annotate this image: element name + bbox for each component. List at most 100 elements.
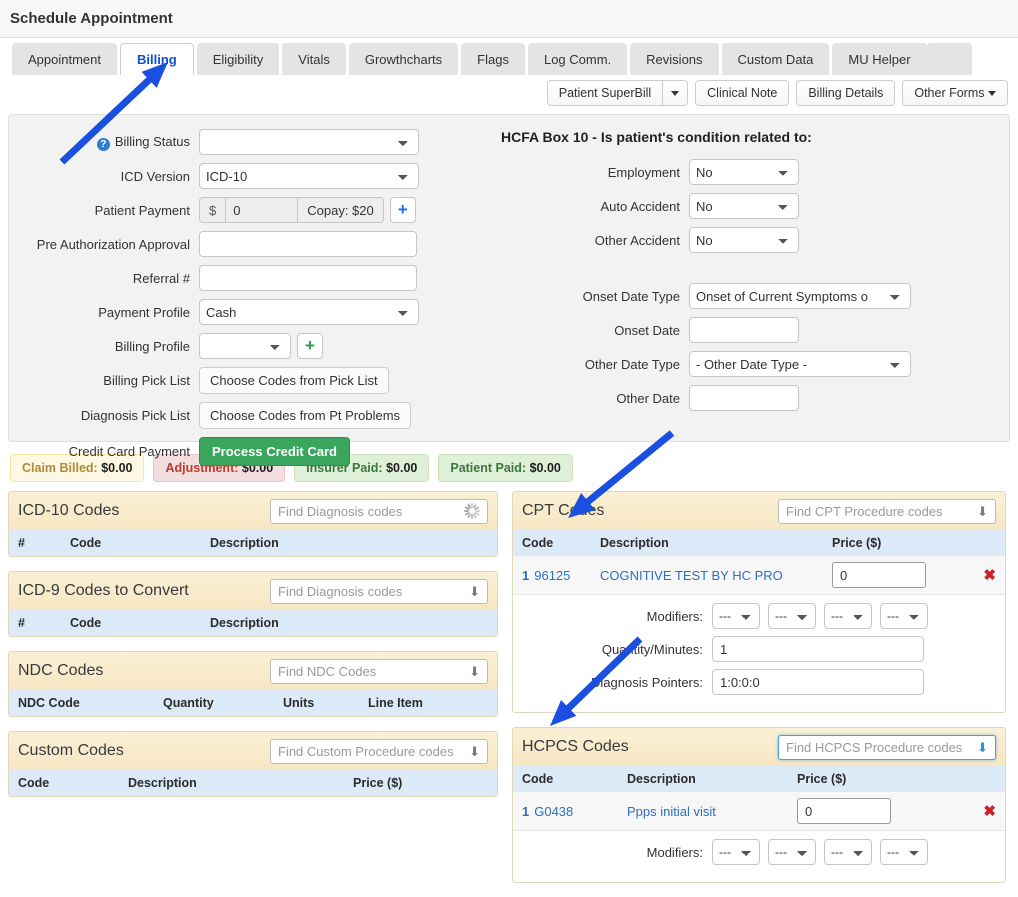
- patient-superbill-button[interactable]: Patient SuperBill: [546, 80, 663, 106]
- hcpcs-row-num: 1: [522, 803, 530, 819]
- hcpcs-th-code: Code: [522, 772, 554, 786]
- employment-select[interactable]: No: [689, 159, 799, 185]
- icd9-search-box[interactable]: Find Diagnosis codes ⬇: [270, 578, 488, 604]
- add-payment-button[interactable]: +: [389, 197, 416, 223]
- tab-appointment[interactable]: Appointment: [12, 43, 117, 76]
- tab-mu-helper[interactable]: MU Helper: [832, 43, 927, 76]
- pre-auth-input[interactable]: [199, 231, 417, 257]
- cpt-row-detail: Modifiers: --- --- --- --- Quantity/Minutes…: [513, 595, 1005, 712]
- custom-codes-table-header: Code Description Price ($): [9, 770, 497, 796]
- auto-accident-select[interactable]: No: [689, 193, 799, 219]
- hcpcs-search-box[interactable]: Find HCPCS Procedure codes ⬇: [778, 734, 996, 760]
- cpt-modifier-4-select[interactable]: ---: [880, 603, 928, 629]
- custom-codes-search-placeholder: Find Custom Procedure codes: [278, 743, 454, 759]
- cpt-modifier-3-select[interactable]: ---: [824, 603, 872, 629]
- onset-date-label: Onset Date: [614, 322, 680, 338]
- billing-page: Schedule Appointment Appointment Billing E…: [0, 0, 1018, 883]
- hcpcs-modifier-3-select[interactable]: ---: [824, 839, 872, 865]
- hcpcs-row-code-link[interactable]: G0438: [534, 804, 573, 819]
- patient-superbill-dropdown-button[interactable]: [662, 80, 689, 106]
- diagnosis-pick-list-label: Diagnosis Pick List: [80, 408, 190, 423]
- cpt-quantity-input[interactable]: [712, 636, 924, 662]
- hcpcs-remove-icon[interactable]: ✖: [983, 802, 996, 820]
- choose-codes-pt-problems-button[interactable]: Choose Codes from Pt Problems: [199, 402, 412, 429]
- icd10-search-box[interactable]: Find Diagnosis codes: [270, 498, 488, 524]
- cpt-row-num: 1: [522, 567, 530, 583]
- ndc-th-lineitem: Line Item: [368, 696, 423, 710]
- icd9-search-placeholder: Find Diagnosis codes: [278, 583, 403, 599]
- billing-status-select[interactable]: [199, 129, 419, 155]
- hcpcs-row-detail: Modifiers: --- --- --- ---: [513, 831, 1005, 882]
- patient-superbill-group: Patient SuperBill: [546, 80, 689, 106]
- dropdown-arrow-icon[interactable]: ⬇: [469, 745, 480, 758]
- tab-bar: Appointment Billing Eligibility Vitals Growt…: [0, 38, 1018, 76]
- pre-auth-label: Pre Authorization Approval: [36, 236, 190, 252]
- other-accident-select[interactable]: No: [689, 227, 799, 253]
- billing-profile-select[interactable]: [199, 333, 291, 359]
- billing-status-label: ? Billing Status: [9, 134, 199, 151]
- other-forms-button[interactable]: Other Forms: [902, 80, 1008, 106]
- cpt-row-price-cell: [832, 562, 983, 588]
- code-sections: ICD-10 Codes Find Diagnosis codes # Code…: [0, 491, 1018, 897]
- hcpcs-row-description-link[interactable]: Ppps initial visit: [627, 804, 716, 819]
- hcpcs-price-input[interactable]: [797, 798, 891, 824]
- onset-date-type-select[interactable]: Onset of Current Symptoms o: [689, 283, 911, 309]
- cpt-row-code-link[interactable]: 96125: [534, 568, 570, 583]
- other-forms-label: Other Forms: [914, 86, 985, 100]
- tab-billing[interactable]: Billing: [120, 43, 194, 76]
- hcpcs-row-code-cell: 1 G0438: [522, 804, 627, 819]
- page-title: Schedule Appointment: [10, 10, 173, 27]
- billing-details-button[interactable]: Billing Details: [796, 80, 896, 106]
- tab-revisions[interactable]: Revisions: [630, 43, 719, 76]
- hcpcs-modifier-4-select[interactable]: ---: [880, 839, 928, 865]
- choose-codes-pick-list-button[interactable]: Choose Codes from Pick List: [199, 367, 389, 394]
- ndc-header: NDC Codes Find NDC Codes ⬇: [9, 652, 497, 690]
- tab-bar-filler: [926, 43, 972, 76]
- hcpcs-modifier-1-select[interactable]: ---: [712, 839, 760, 865]
- tab-custom-data[interactable]: Custom Data: [721, 43, 830, 76]
- other-date-type-row: Other Date Type - Other Date Type -: [489, 351, 1009, 377]
- cpt-row-description-link[interactable]: COGNITIVE TEST BY HC PRO: [600, 568, 783, 583]
- patient-payment-input[interactable]: 0: [225, 197, 298, 223]
- ndc-search-placeholder: Find NDC Codes: [278, 663, 377, 679]
- dropdown-arrow-icon[interactable]: ⬇: [469, 665, 480, 678]
- custom-codes-search-box[interactable]: Find Custom Procedure codes ⬇: [270, 738, 488, 764]
- tab-growthcharts[interactable]: Growthcharts: [348, 43, 459, 76]
- custom-th-code: Code: [18, 776, 50, 790]
- ndc-search-box[interactable]: Find NDC Codes ⬇: [270, 658, 488, 684]
- other-date-input[interactable]: [689, 385, 799, 411]
- cpt-search-box[interactable]: Find CPT Procedure codes ⬇: [778, 498, 996, 524]
- tab-log-comm[interactable]: Log Comm.: [527, 43, 628, 76]
- hcpcs-modifier-2-select[interactable]: ---: [768, 839, 816, 865]
- cpt-th-code: Code: [522, 536, 554, 550]
- cpt-price-input[interactable]: [832, 562, 926, 588]
- window-titlebar: Schedule Appointment: [0, 0, 1018, 38]
- hcpcs-row-desc-cell: Ppps initial visit: [627, 804, 797, 819]
- icd-version-select[interactable]: ICD-10: [199, 163, 419, 189]
- tab-eligibility[interactable]: Eligibility: [196, 43, 280, 76]
- cpt-diagnosis-pointers-input[interactable]: [712, 669, 924, 695]
- icd10-th-code: Code: [70, 536, 102, 550]
- ndc-th-qty: Quantity: [163, 696, 214, 710]
- onset-date-input[interactable]: [689, 317, 799, 343]
- help-icon[interactable]: ?: [96, 137, 110, 151]
- tab-flags[interactable]: Flags: [461, 43, 525, 76]
- hcpcs-header: HCPCS Codes Find HCPCS Procedure codes ⬇: [513, 728, 1005, 766]
- dropdown-arrow-icon[interactable]: ⬇: [469, 585, 480, 598]
- dropdown-arrow-icon[interactable]: ⬇: [977, 505, 988, 518]
- referral-input[interactable]: [199, 265, 417, 291]
- payment-profile-select[interactable]: Cash: [199, 299, 419, 325]
- cpt-modifier-1-select[interactable]: ---: [712, 603, 760, 629]
- cpt-remove-icon[interactable]: ✖: [983, 566, 996, 584]
- dropdown-arrow-icon[interactable]: ⬇: [977, 741, 988, 754]
- process-credit-card-button[interactable]: Process Credit Card: [199, 437, 350, 466]
- tab-vitals[interactable]: Vitals: [282, 43, 346, 76]
- cpt-modifier-2-select[interactable]: ---: [768, 603, 816, 629]
- left-code-column: ICD-10 Codes Find Diagnosis codes # Code…: [8, 491, 498, 897]
- cpt-section: CPT Codes Find CPT Procedure codes ⬇ Cod…: [512, 491, 1006, 713]
- other-date-type-select[interactable]: - Other Date Type -: [689, 351, 911, 377]
- add-billing-profile-button[interactable]: +: [297, 333, 323, 359]
- icd9-th-num: #: [18, 616, 25, 630]
- cpt-row-desc-cell: COGNITIVE TEST BY HC PRO: [600, 568, 832, 583]
- clinical-note-button[interactable]: Clinical Note: [695, 80, 790, 106]
